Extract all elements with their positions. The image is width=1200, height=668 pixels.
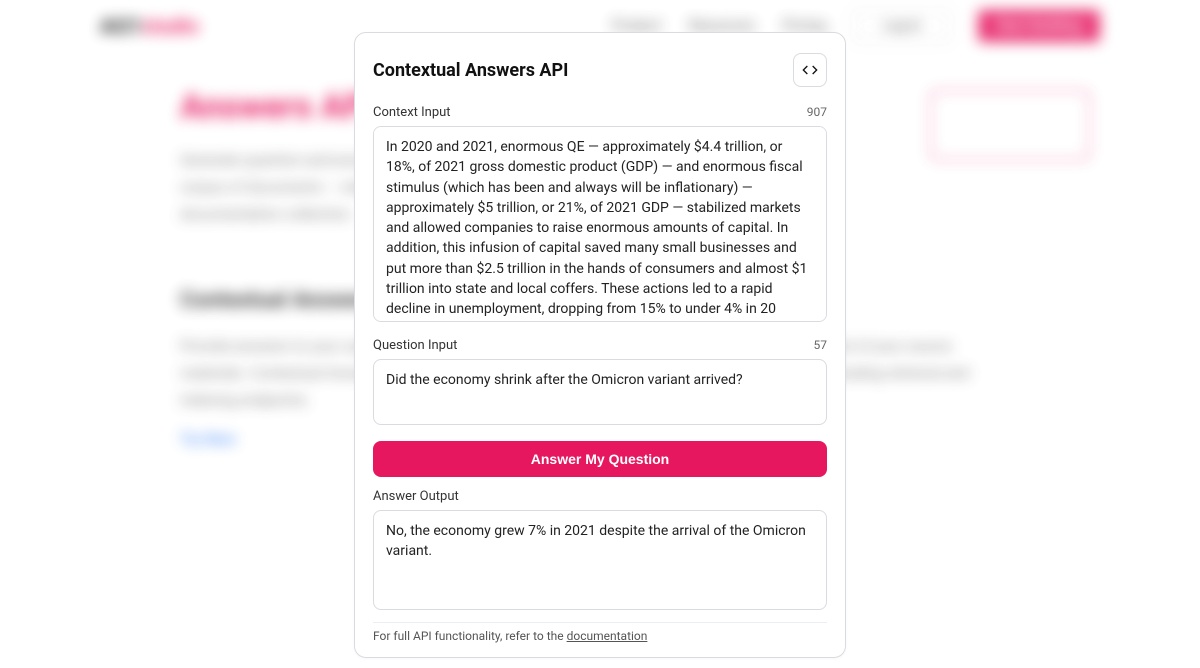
context-char-count: 907 [807, 105, 827, 119]
contextual-answers-modal: Contextual Answers API Context Input 907… [354, 32, 846, 658]
output-label: Answer Output [373, 489, 459, 504]
question-section: Question Input 57 [373, 338, 827, 429]
login-button[interactable]: Log In [854, 11, 950, 41]
question-input[interactable] [373, 359, 827, 425]
code-icon [802, 62, 818, 78]
answer-my-question-button[interactable]: Answer My Question [373, 441, 827, 477]
question-label: Question Input [373, 338, 457, 353]
view-code-button[interactable] [793, 53, 827, 87]
question-char-count: 57 [814, 338, 828, 352]
footer-note: For full API functionality, refer to the… [373, 622, 827, 643]
documentation-link[interactable]: documentation [567, 629, 648, 643]
modal-title: Contextual Answers API [373, 60, 568, 81]
logo: AI21studio [100, 14, 199, 38]
side-card [930, 90, 1090, 160]
context-section: Context Input 907 [373, 105, 827, 326]
context-input[interactable] [373, 126, 827, 322]
answer-output: No, the economy grew 7% in 2021 despite … [373, 510, 827, 610]
output-section: Answer Output No, the economy grew 7% in… [373, 489, 827, 610]
context-label: Context Input [373, 105, 451, 120]
start-building-button[interactable]: Start Building [978, 10, 1100, 42]
